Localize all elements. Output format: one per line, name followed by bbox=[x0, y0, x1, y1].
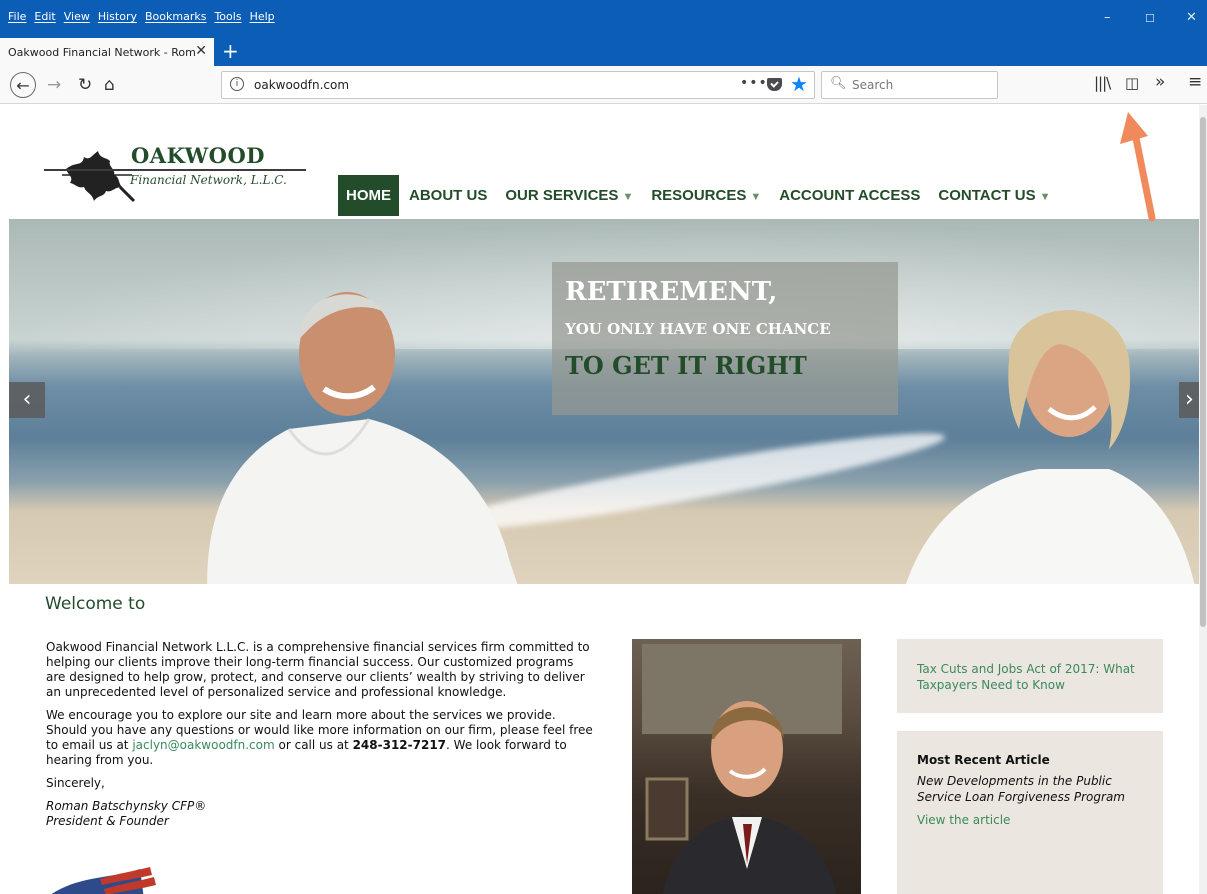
hero-woman-image bbox=[906, 310, 1195, 584]
close-window-button[interactable]: ✕ bbox=[1186, 10, 1197, 25]
nav-home[interactable]: HOME bbox=[338, 175, 399, 216]
phone-number: 248-312-7217 bbox=[352, 738, 447, 752]
url-text[interactable]: oakwoodfn.com bbox=[254, 78, 349, 92]
hero-man-image bbox=[207, 292, 518, 584]
chevron-right-icon: › bbox=[1185, 387, 1194, 412]
welcome-heading: Welcome to bbox=[45, 594, 146, 614]
browser-navbar: ← → ↻ ⌂ i oakwoodfn.com ••• ★ 🔍︎ Search … bbox=[0, 66, 1207, 104]
main-nav: HOME ABOUT US OUR SERVICES ▼ RESOURCES ▼ A… bbox=[338, 173, 1068, 218]
back-arrow-icon: ← bbox=[16, 75, 30, 95]
carousel-prev-button[interactable]: ‹ bbox=[9, 382, 45, 418]
intro-paragraph-1: Oakwood Financial Network L.L.C. is a co… bbox=[46, 640, 590, 699]
intro-text: Oakwood Financial Network L.L.C. is a co… bbox=[46, 640, 596, 837]
recent-article-title: New Developments in the Public Service L… bbox=[917, 774, 1125, 804]
chevron-down-icon: ▼ bbox=[750, 191, 762, 203]
menu-history[interactable]: History bbox=[98, 10, 137, 23]
nav-resources[interactable]: RESOURCES ▼ bbox=[651, 187, 761, 204]
back-button[interactable]: ← bbox=[10, 72, 36, 98]
new-tab-button[interactable]: + bbox=[222, 38, 239, 64]
nav-our-services-label: OUR SERVICES bbox=[505, 187, 619, 204]
sidebar-icon[interactable]: ◫ bbox=[1125, 74, 1139, 92]
scrollbar-thumb[interactable] bbox=[1200, 117, 1206, 627]
chevron-down-icon: ▼ bbox=[1039, 191, 1051, 203]
signature-title: President & Founder bbox=[46, 814, 169, 828]
tab-title: Oakwood Financial Network - Rom bbox=[8, 45, 196, 59]
home-button[interactable]: ⌂ bbox=[104, 73, 115, 97]
hero-carousel: RETIREMENT, YOU ONLY HAVE ONE CHANCE TO … bbox=[9, 219, 1199, 584]
search-bar[interactable]: 🔍︎ Search bbox=[821, 71, 998, 99]
hero-line-2: YOU ONLY HAVE ONE CHANCE bbox=[565, 320, 831, 338]
nav-our-services[interactable]: OUR SERVICES ▼ bbox=[505, 187, 633, 204]
tab-close-icon[interactable]: ✕ bbox=[195, 43, 207, 59]
hero-line-3: TO GET IT RIGHT bbox=[565, 351, 807, 380]
info-icon[interactable]: i bbox=[230, 77, 244, 91]
tax-cuts-article-link[interactable]: Tax Cuts and Jobs Act of 2017: What Taxp… bbox=[917, 661, 1143, 693]
nav-contact-us[interactable]: CONTACT US ▼ bbox=[938, 187, 1050, 204]
reload-button[interactable]: ↻ bbox=[78, 73, 92, 97]
logo-subtitle: Financial Network, L.L.C. bbox=[130, 173, 287, 187]
search-icon: 🔍︎ bbox=[830, 76, 847, 91]
nav-contact-us-label: CONTACT US bbox=[938, 187, 1036, 204]
signature-name: Roman Batschynsky CFP® bbox=[46, 799, 207, 813]
menu-bar: File Edit View History Bookmarks Tools H… bbox=[8, 10, 275, 23]
overflow-menu-icon[interactable]: » bbox=[1155, 72, 1165, 92]
sidebar-article-box: Tax Cuts and Jobs Act of 2017: What Taxp… bbox=[897, 639, 1163, 713]
minimize-button[interactable]: – bbox=[1104, 10, 1111, 25]
flag-image bbox=[51, 867, 156, 894]
maximize-button[interactable]: ☐ bbox=[1145, 12, 1155, 25]
page-actions-icon[interactable]: ••• bbox=[740, 75, 768, 91]
nav-about-us[interactable]: ABOUT US bbox=[409, 187, 487, 204]
forward-button[interactable]: → bbox=[47, 73, 61, 97]
hero-line-1: RETIREMENT, bbox=[565, 277, 778, 307]
founder-portrait bbox=[642, 644, 842, 894]
url-bar[interactable]: i oakwoodfn.com ••• ★ bbox=[221, 71, 815, 99]
pocket-icon[interactable] bbox=[767, 78, 782, 91]
email-link[interactable]: jaclyn@oakwoodfn.com bbox=[132, 738, 274, 752]
nav-account-access[interactable]: ACCOUNT ACCESS bbox=[779, 187, 920, 204]
closing-text: Sincerely, bbox=[46, 776, 105, 790]
hero-caption: RETIREMENT, YOU ONLY HAVE ONE CHANCE TO … bbox=[552, 262, 898, 415]
oakwood-logo[interactable]: OAKWOOD Financial Network, L.L.C. bbox=[44, 143, 308, 203]
signature: Roman Batschynsky CFP® President & Founde… bbox=[46, 799, 596, 829]
bookmark-star-icon[interactable]: ★ bbox=[790, 73, 808, 95]
web-page: OAKWOOD Financial Network, L.L.C. HOME A… bbox=[0, 105, 1199, 894]
chevron-left-icon: ‹ bbox=[22, 387, 32, 412]
sidebar-recent-article-box: Most Recent Article New Developments in … bbox=[897, 731, 1163, 894]
menu-file[interactable]: File bbox=[8, 10, 26, 23]
menu-edit[interactable]: Edit bbox=[34, 10, 55, 23]
menu-view[interactable]: View bbox=[64, 10, 90, 23]
logo-rule bbox=[44, 169, 306, 171]
library-icon[interactable]: |||\ bbox=[1094, 74, 1111, 92]
menu-tools[interactable]: Tools bbox=[214, 10, 241, 23]
logo-name: OAKWOOD bbox=[131, 143, 265, 168]
hamburger-menu-icon[interactable]: ≡ bbox=[1188, 72, 1202, 92]
view-article-link[interactable]: View the article bbox=[917, 813, 1143, 827]
browser-titlebar: File Edit View History Bookmarks Tools H… bbox=[0, 0, 1207, 66]
chevron-down-icon: ▼ bbox=[622, 191, 634, 203]
menu-help[interactable]: Help bbox=[250, 10, 275, 23]
search-placeholder: Search bbox=[852, 78, 894, 92]
page-scrollbar[interactable] bbox=[1199, 105, 1207, 894]
founder-photo bbox=[632, 639, 861, 894]
tab-oakwood[interactable]: Oakwood Financial Network - Rom ✕ bbox=[0, 38, 214, 66]
intro-p2-mid: or call us at bbox=[274, 738, 353, 752]
recent-article-heading: Most Recent Article bbox=[917, 753, 1050, 767]
annotation-arrow-icon bbox=[1120, 112, 1156, 222]
intro-paragraph-2: We encourage you to explore our site and… bbox=[46, 708, 596, 768]
carousel-next-button[interactable]: › bbox=[1179, 382, 1199, 418]
nav-resources-label: RESOURCES bbox=[651, 187, 747, 204]
menu-bookmarks[interactable]: Bookmarks bbox=[145, 10, 206, 23]
